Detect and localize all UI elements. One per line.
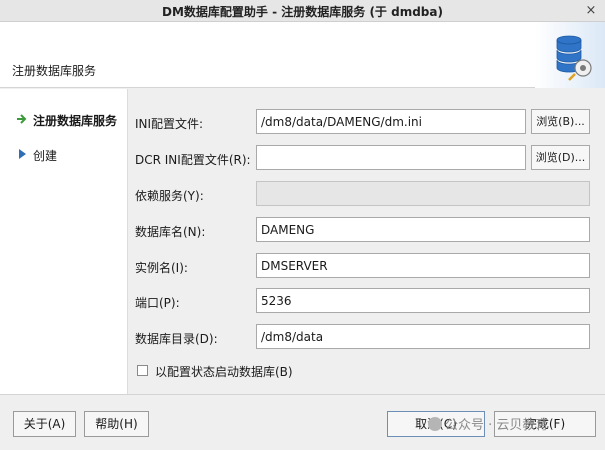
sidebar-item-register[interactable]: 注册数据库服务 [0,108,128,132]
blue-triangle-icon [19,149,26,159]
dcr-ini-label: DCR INI配置文件(R): [135,153,251,167]
port-row: 端口(P): [129,288,605,314]
close-icon[interactable]: × [583,3,599,19]
dbname-row: 数据库名(N): [129,217,605,243]
dbdir-input[interactable] [256,324,590,349]
depend-service-row: 依赖服务(Y): [129,181,605,207]
help-button[interactable]: 帮助(H) [84,411,149,437]
depend-service-label: 依赖服务(Y): [135,189,204,203]
watermark-text: 公众号 · 云贝教育 [445,418,549,433]
database-gear-icon [535,22,605,88]
wizard-header: 注册数据库服务 [0,22,605,88]
dcr-ini-input[interactable] [256,145,526,170]
page-title: 注册数据库服务 [12,64,97,78]
window-title: DM数据库配置助手 - 注册数据库服务 (于 dmdba) [162,5,443,19]
dbname-label: 数据库名(N): [135,225,206,239]
sidebar-item-create[interactable]: 创建 [0,143,128,167]
browse-dcr-button[interactable]: 浏览(D)... [531,145,590,170]
start-db-checkbox[interactable] [137,365,148,376]
dbdir-label: 数据库目录(D): [135,332,218,346]
start-db-checkbox-label: 以配置状态启动数据库(B) [155,365,293,379]
instance-label: 实例名(I): [135,261,188,275]
port-label: 端口(P): [135,296,180,310]
title-bar: DM数据库配置助手 - 注册数据库服务 (于 dmdba) × [0,0,605,22]
watermark: 公众号 · 云贝教育 [428,414,548,433]
dcr-ini-row: DCR INI配置文件(R): 浏览(D)... [129,145,605,171]
about-button[interactable]: 关于(A) [13,411,76,437]
wechat-icon [428,417,442,431]
green-arrow-icon [17,114,27,124]
ini-file-row: INI配置文件: 浏览(B)... [129,109,605,135]
port-input[interactable] [256,288,590,313]
service-form: INI配置文件: 浏览(B)... DCR INI配置文件(R): 浏览(D).… [129,89,605,394]
depend-service-input [256,181,590,206]
sidebar-item-label: 创建 [33,149,58,163]
dbdir-row: 数据库目录(D): [129,324,605,350]
ini-file-label: INI配置文件: [135,117,204,131]
browse-ini-button[interactable]: 浏览(B)... [531,109,590,134]
dbname-input[interactable] [256,217,590,242]
instance-input[interactable] [256,253,590,278]
ini-file-input[interactable] [256,109,526,134]
sidebar-item-label: 注册数据库服务 [33,114,118,128]
wizard-steps-sidebar: 注册数据库服务 创建 [0,89,128,394]
instance-row: 实例名(I): [129,253,605,279]
